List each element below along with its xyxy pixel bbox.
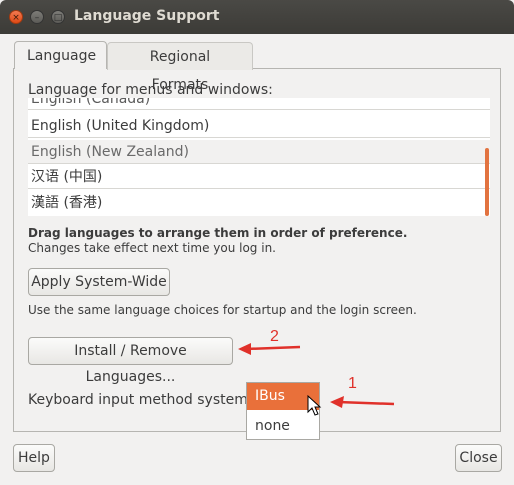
mouse-cursor-icon bbox=[307, 394, 322, 416]
help-button[interactable]: Help bbox=[13, 444, 55, 472]
annotation-layer bbox=[238, 343, 395, 416]
annotation-marker-1: 1 bbox=[348, 375, 357, 392]
arrow-1-icon bbox=[330, 396, 395, 408]
close-button[interactable]: Close bbox=[455, 444, 502, 472]
annotation-marker-2: 2 bbox=[270, 328, 279, 345]
arrow-2-icon bbox=[238, 343, 301, 355]
tab-language[interactable]: Language bbox=[14, 41, 107, 69]
